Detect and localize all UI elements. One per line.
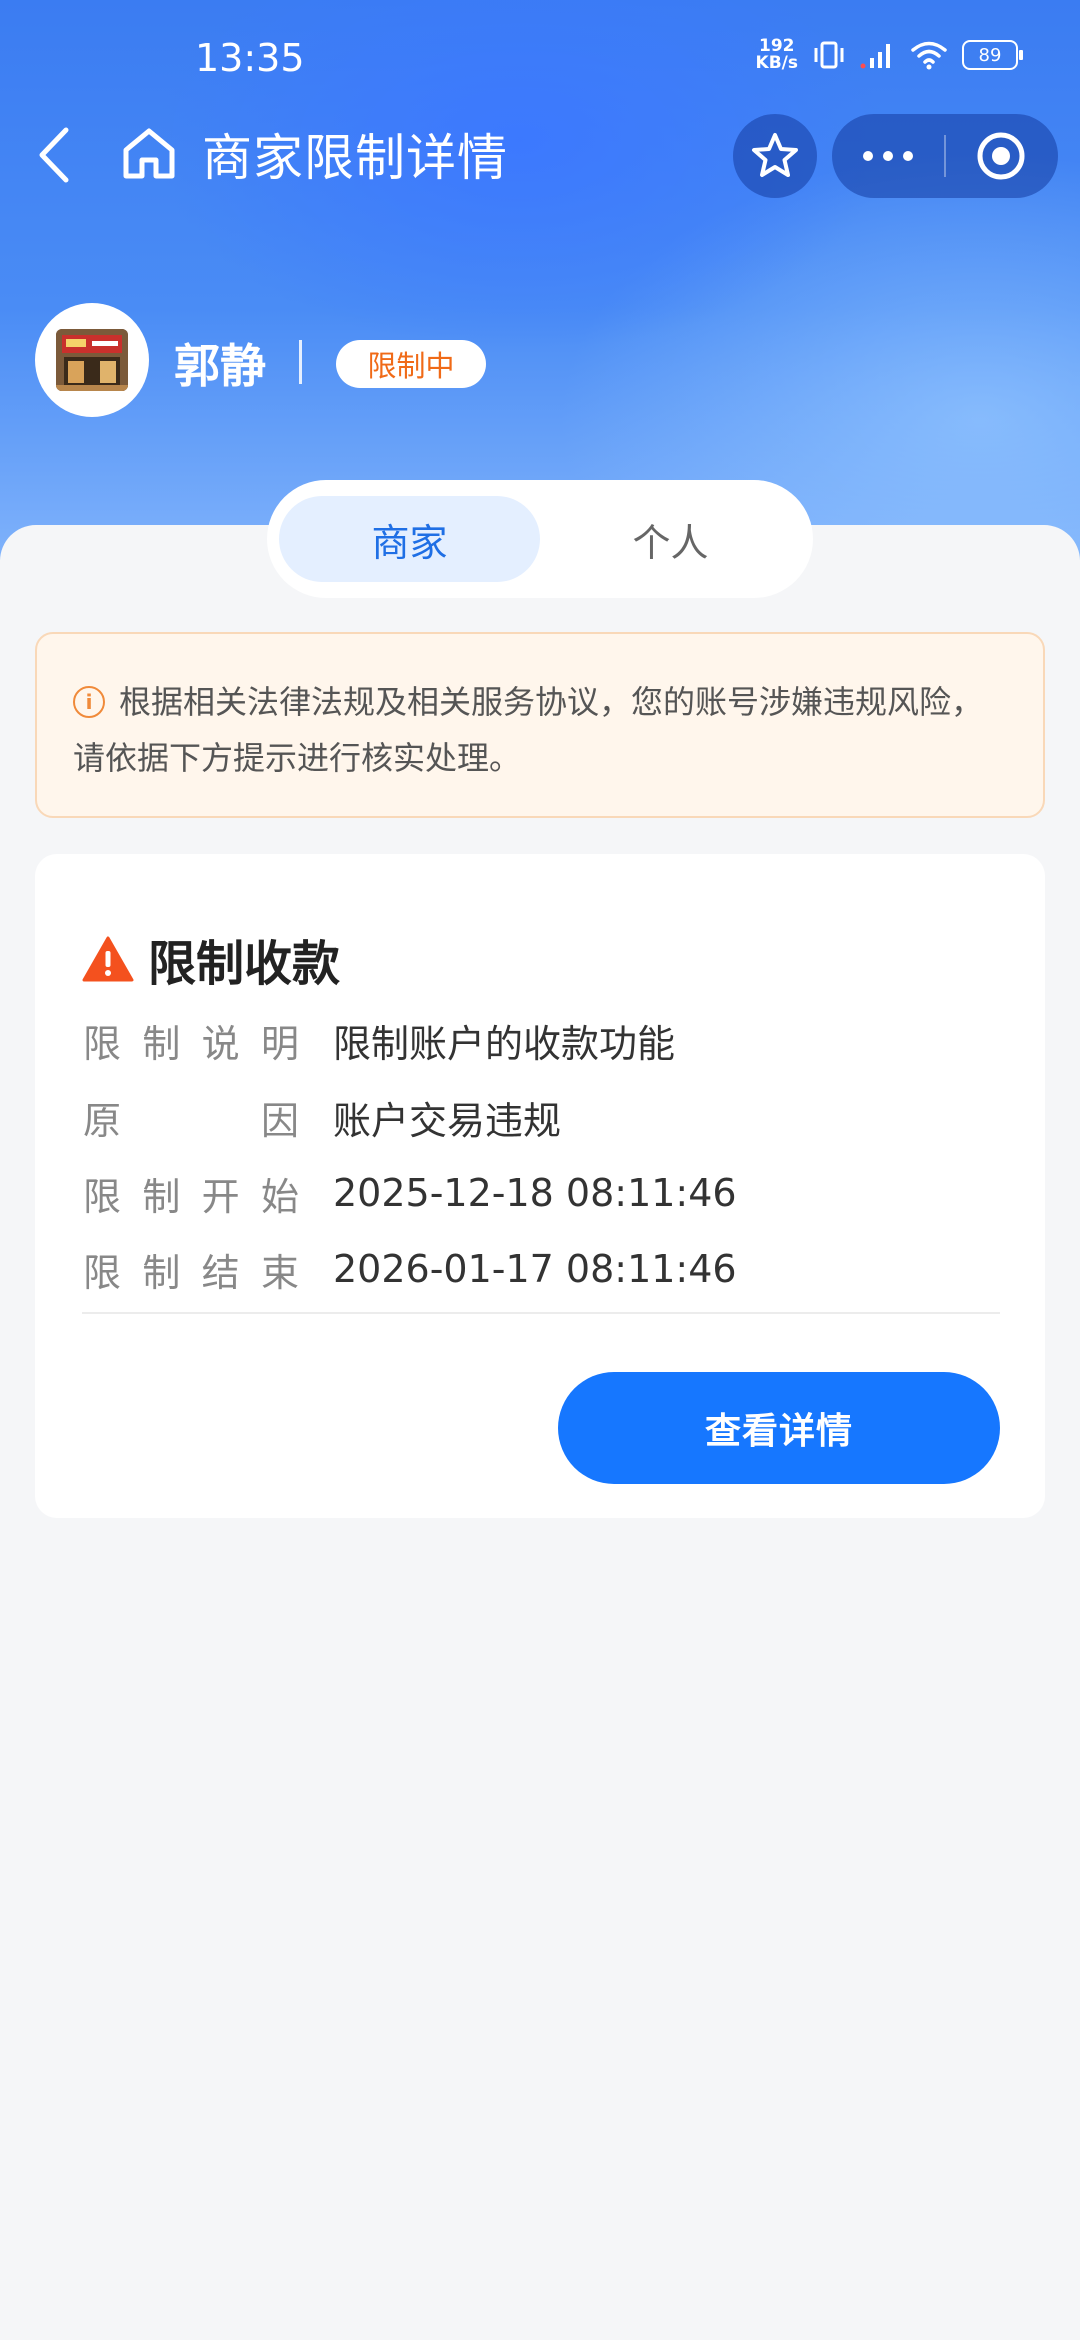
page-title: 商家限制详情 xyxy=(202,129,508,187)
status-time: 13:35 xyxy=(195,36,305,80)
card-divider xyxy=(82,1312,1000,1314)
target-close-icon xyxy=(977,132,1025,180)
network-speed-unit: KB/s xyxy=(755,53,798,73)
view-details-button[interactable]: 查看详情 xyxy=(558,1372,1000,1484)
tab-merchant[interactable]: 商家 xyxy=(279,496,540,582)
status-bar-icons: 192 KB/s 89 xyxy=(756,38,1023,72)
tab-personal[interactable]: 个人 xyxy=(540,496,801,582)
favorite-button[interactable] xyxy=(733,114,817,198)
header-background xyxy=(0,0,1080,560)
vibrate-icon xyxy=(814,41,844,69)
row-label: 原因 xyxy=(83,1098,299,1143)
wifi-icon xyxy=(911,41,947,70)
back-button[interactable] xyxy=(30,120,80,190)
more-dot xyxy=(903,151,913,161)
row-start-time: 限制开始 2025-12-18 08:11:46 xyxy=(83,1163,737,1223)
battery-icon: 89 xyxy=(962,40,1023,70)
row-reason: 原因 账户交易违规 xyxy=(83,1087,561,1147)
notice-text: 根据相关法律法规及相关服务协议，您的账号涉嫌违规风险，请依据下方提示进行核实处理… xyxy=(73,683,984,777)
row-restriction-desc: 限制说明 限制账户的收款功能 xyxy=(83,1010,675,1070)
row-end-time: 限制结束 2026-01-17 08:11:46 xyxy=(83,1239,737,1299)
restriction-title: 限制收款 xyxy=(148,936,341,992)
risk-notice: i 根据相关法律法规及相关服务协议，您的账号涉嫌违规风险，请依据下方提示进行核实处… xyxy=(35,632,1045,818)
status-badge: 限制中 xyxy=(336,340,486,388)
more-dot xyxy=(863,151,873,161)
row-value: 2026-01-17 08:11:46 xyxy=(333,1247,737,1291)
row-value: 2025-12-18 08:11:46 xyxy=(333,1171,737,1215)
row-label: 限制开始 xyxy=(83,1174,299,1219)
row-value: 账户交易违规 xyxy=(333,1098,562,1143)
restriction-card: 限制收款 限制说明 限制账户的收款功能 原因 账户交易违规 限制开始 2025-… xyxy=(35,854,1045,1518)
row-label: 限制结束 xyxy=(83,1250,299,1295)
more-button[interactable] xyxy=(832,114,944,198)
info-icon: i xyxy=(73,686,105,718)
star-icon xyxy=(752,133,798,177)
tab-switcher: 商家 个人 xyxy=(267,480,813,598)
card-header: 限制收款 xyxy=(82,924,340,994)
store-photo xyxy=(56,329,128,391)
merchant-name: 郭静 xyxy=(174,339,266,393)
network-speed: 192 KB/s xyxy=(756,38,798,72)
home-icon xyxy=(123,128,175,179)
mini-program-capsule xyxy=(832,114,1058,198)
chevron-left-icon xyxy=(39,127,69,183)
avatar xyxy=(35,303,149,417)
close-miniprogram-button[interactable] xyxy=(946,114,1056,198)
warning-icon xyxy=(82,936,134,982)
row-value: 限制账户的收款功能 xyxy=(333,1021,676,1066)
home-button[interactable] xyxy=(118,122,180,184)
profile-divider xyxy=(299,340,302,384)
battery-level: 89 xyxy=(978,44,1002,66)
signal-icon xyxy=(860,44,890,69)
row-label: 限制说明 xyxy=(83,1021,299,1066)
more-dot xyxy=(883,151,893,161)
